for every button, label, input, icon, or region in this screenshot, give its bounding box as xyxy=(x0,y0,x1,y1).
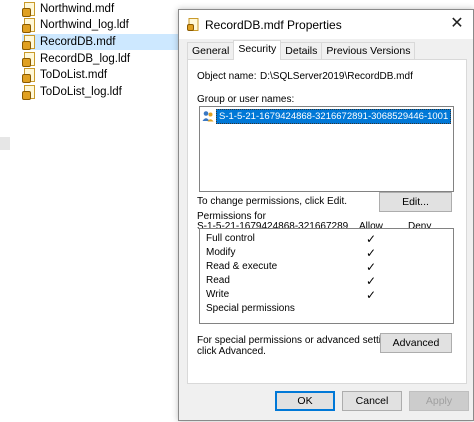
file-item-northwind-mdf[interactable]: Northwind.mdf xyxy=(22,1,197,17)
file-item-recorddb-mdf[interactable]: RecordDB.mdf xyxy=(22,34,197,50)
permission-name: Read xyxy=(206,275,230,286)
permission-name: Read & execute xyxy=(206,261,278,272)
permission-row: Read ✓ xyxy=(206,274,446,289)
advanced-help-text-line1: For special permissions or advanced sett… xyxy=(197,335,400,346)
database-file-icon xyxy=(187,17,199,32)
database-file-icon xyxy=(22,2,35,17)
advanced-button[interactable]: Advanced xyxy=(380,333,452,353)
file-name: RecordDB.mdf xyxy=(40,36,116,48)
database-file-icon xyxy=(22,52,35,67)
properties-dialog: RecordDB.mdf Properties ✕ General Securi… xyxy=(178,9,474,421)
permission-name: Write xyxy=(206,289,230,300)
advanced-help-text-line2: click Advanced. xyxy=(197,346,266,357)
allow-check-icon: ✓ xyxy=(366,246,377,260)
file-item-recorddb-log[interactable]: RecordDB_log.ldf xyxy=(22,51,197,67)
file-item-northwind-log[interactable]: Northwind_log.ldf xyxy=(22,17,197,33)
edit-button[interactable]: Edit... xyxy=(379,192,452,212)
users-list[interactable]: S-1-5-21-1679424868-3216672891-306852944… xyxy=(199,106,454,192)
user-list-item[interactable]: S-1-5-21-1679424868-3216672891-306852944… xyxy=(202,108,452,124)
database-file-icon xyxy=(22,85,35,100)
permission-row: Write ✓ xyxy=(206,288,446,303)
file-name: RecordDB_log.ldf xyxy=(40,53,131,65)
cancel-button[interactable]: Cancel xyxy=(342,391,402,411)
change-permissions-text: To change permissions, click Edit. xyxy=(197,196,348,207)
tab-previous-versions[interactable]: Previous Versions xyxy=(321,42,416,60)
allow-check-icon: ✓ xyxy=(366,288,377,302)
dialog-title: RecordDB.mdf Properties xyxy=(205,17,342,32)
tab-strip: General Security Details Previous Versio… xyxy=(187,40,416,60)
group-user-names-label: Group or user names: xyxy=(197,94,295,105)
close-icon[interactable]: ✕ xyxy=(447,14,467,34)
object-name-value: D:\SQLServer2019\RecordDB.mdf xyxy=(260,71,413,82)
user-group-icon xyxy=(202,110,214,122)
permission-name: Full control xyxy=(206,233,255,244)
pane-splitter xyxy=(0,137,10,150)
file-item-todolist-mdf[interactable]: ToDoList.mdf xyxy=(22,67,197,83)
allow-check-icon: ✓ xyxy=(366,274,377,288)
file-item-todolist-log[interactable]: ToDoList_log.ldf xyxy=(22,84,197,100)
permission-row: Modify ✓ xyxy=(206,246,446,261)
file-name: ToDoList_log.ldf xyxy=(40,86,122,98)
permission-name: Modify xyxy=(206,247,236,258)
file-name: ToDoList.mdf xyxy=(40,69,108,81)
tab-security[interactable]: Security xyxy=(233,40,282,60)
permission-name: Special permissions xyxy=(206,303,295,314)
allow-check-icon: ✓ xyxy=(366,260,377,274)
tab-general[interactable]: General xyxy=(187,42,235,60)
security-panel: Object name: D:\SQLServer2019\RecordDB.m… xyxy=(187,59,467,384)
allow-check-icon: ✓ xyxy=(366,232,377,246)
permissions-list: Full control ✓ Modify ✓ Read & execute ✓… xyxy=(199,228,454,324)
permission-row: Full control ✓ xyxy=(206,232,446,247)
permission-row: Read & execute ✓ xyxy=(206,260,446,275)
file-name: Northwind.mdf xyxy=(40,3,115,15)
database-file-icon xyxy=(22,18,35,33)
database-file-icon xyxy=(22,35,35,50)
database-file-icon xyxy=(22,68,35,83)
apply-button[interactable]: Apply xyxy=(409,391,469,411)
permission-row: Special permissions xyxy=(206,303,446,317)
object-name-label: Object name: xyxy=(197,71,257,82)
ok-button[interactable]: OK xyxy=(275,391,335,411)
file-name: Northwind_log.ldf xyxy=(40,19,129,31)
tab-details[interactable]: Details xyxy=(280,42,323,60)
dialog-titlebar[interactable]: RecordDB.mdf Properties ✕ xyxy=(179,10,473,39)
user-name: S-1-5-21-1679424868-3216672891-306852944… xyxy=(216,108,452,124)
